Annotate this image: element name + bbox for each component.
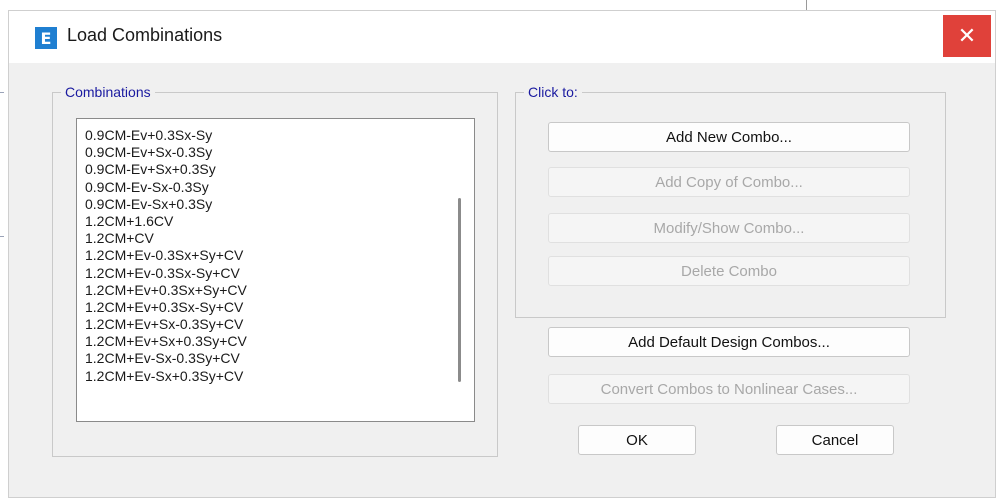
etabs-app-icon: E bbox=[35, 27, 57, 49]
add-copy-of-combo-button[interactable]: Add Copy of Combo... bbox=[548, 167, 910, 197]
combination-list-item[interactable]: 1.2CM+1.6CV bbox=[77, 213, 474, 230]
combinations-list-items: 0.9CM-Ev+0.3Sx-Sy 0.9CM-Ev+Sx-0.3Sy 0.9CM-… bbox=[77, 119, 474, 385]
close-icon: ✕ bbox=[957, 23, 977, 49]
modify-show-combo-button[interactable]: Modify/Show Combo... bbox=[548, 213, 910, 243]
combination-list-item[interactable]: 1.2CM+Ev-Sx+0.3Sy+CV bbox=[77, 368, 474, 385]
add-new-combo-button[interactable]: Add New Combo... bbox=[548, 122, 910, 152]
combinations-legend: Combinations bbox=[61, 84, 155, 100]
title-bar[interactable]: E Load Combinations ✕ bbox=[9, 11, 995, 63]
click-to-legend: Click to: bbox=[524, 84, 582, 100]
add-default-design-combos-button[interactable]: Add Default Design Combos... bbox=[548, 327, 910, 357]
close-button[interactable]: ✕ bbox=[943, 15, 991, 57]
combination-list-item[interactable]: 1.2CM+Ev+Sx+0.3Sy+CV bbox=[77, 333, 474, 350]
combination-list-item[interactable]: 0.9CM-Ev+0.3Sx-Sy bbox=[77, 127, 474, 144]
delete-combo-button[interactable]: Delete Combo bbox=[548, 256, 910, 286]
combination-list-item[interactable]: 1.2CM+CV bbox=[77, 230, 474, 247]
combination-list-item[interactable]: 0.9CM-Ev-Sx+0.3Sy bbox=[77, 196, 474, 213]
combination-list-item[interactable]: 0.9CM-Ev+Sx-0.3Sy bbox=[77, 144, 474, 161]
cancel-button[interactable]: Cancel bbox=[776, 425, 894, 455]
combinations-list[interactable]: 0.9CM-Ev+0.3Sx-Sy 0.9CM-Ev+Sx-0.3Sy 0.9CM-… bbox=[76, 118, 475, 422]
window-title: Load Combinations bbox=[67, 25, 223, 45]
combination-list-item[interactable]: 1.2CM+Ev+0.3Sx+Sy+CV bbox=[77, 282, 474, 299]
combination-list-item[interactable]: 1.2CM+Ev-0.3Sx-Sy+CV bbox=[77, 265, 474, 282]
combination-list-item[interactable]: 1.2CM+Ev+0.3Sx-Sy+CV bbox=[77, 299, 474, 316]
background-line bbox=[0, 236, 4, 237]
list-scrollbar-thumb[interactable] bbox=[458, 198, 461, 382]
background-line bbox=[806, 0, 807, 10]
combination-list-item[interactable]: 1.2CM+Ev-Sx-0.3Sy+CV bbox=[77, 350, 474, 367]
convert-combos-nonlinear-button[interactable]: Convert Combos to Nonlinear Cases... bbox=[548, 374, 910, 404]
combination-list-item[interactable]: 0.9CM-Ev+Sx+0.3Sy bbox=[77, 161, 474, 178]
combination-list-item[interactable]: 0.9CM-Ev-Sx-0.3Sy bbox=[77, 179, 474, 196]
ok-button[interactable]: OK bbox=[578, 425, 696, 455]
background-line bbox=[0, 92, 4, 93]
combination-list-item[interactable]: 1.2CM+Ev+Sx-0.3Sy+CV bbox=[77, 316, 474, 333]
combination-list-item[interactable]: 1.2CM+Ev-0.3Sx+Sy+CV bbox=[77, 247, 474, 264]
